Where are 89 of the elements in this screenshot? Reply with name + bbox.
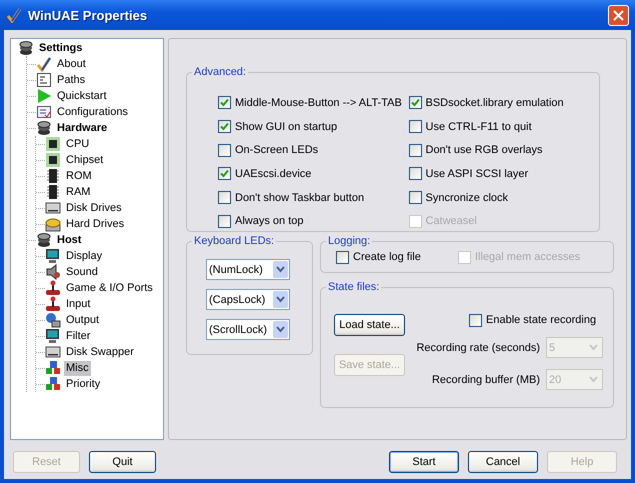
button[interactable]: Start [389,451,459,473]
checkmark-icon [36,56,52,72]
chip-icon [45,152,61,168]
checkbox-label: Use CTRL-F11 to quit [426,120,532,133]
checkbox[interactable] [218,144,231,157]
checkbox[interactable] [336,250,349,264]
disk-stack-icon [36,120,52,136]
checkbox-label: BSDsocket.library emulation [426,96,564,109]
tree-item[interactable]: Host [55,232,84,248]
dropdown[interactable]: (NumLock) [206,259,290,280]
close-button[interactable] [608,4,629,26]
checkbox-label: Illegal mem accesses [475,251,580,263]
checkbox-label: Don't show Taskbar button [235,192,364,204]
group-label: Logging: [326,234,372,248]
tree-item[interactable]: Output [64,312,102,328]
monitor-icon [45,248,61,264]
checkbox-label: Create log file [353,251,421,263]
tree-item[interactable]: Hardware [55,120,110,136]
checkbox[interactable] [218,214,231,228]
tree-item[interactable]: Chipset [64,152,106,168]
memory-chip-icon [45,184,61,200]
tree-item[interactable]: Disk Swapper [64,344,136,360]
checkbox-label: Catweasel [426,215,477,228]
tree-item[interactable]: Game & I/O Ports [64,280,155,296]
button[interactable]: Quit [89,451,156,473]
field-label: Recording buffer (MB) [432,374,540,386]
drive-icon [45,344,61,360]
chip-icon [45,136,61,152]
group-label: Keyboard LEDs: [192,234,276,248]
button[interactable]: Load state... [334,314,405,336]
window-title: WinUAE Properties [28,8,148,22]
shapes-icon [45,376,61,392]
joystick-icon [45,280,61,296]
tree-item[interactable]: ROM [64,168,94,184]
tree-item[interactable]: Disk Drives [64,200,124,216]
checkbox[interactable] [408,120,422,134]
drive-icon [45,200,61,216]
chevron-icon [589,376,598,383]
tree-item[interactable]: Input [64,296,92,312]
tree-item[interactable]: Hard Drives [64,216,126,232]
checkbox-label: Don't use RGB overlays [426,144,543,156]
memory-chip-icon [45,168,61,184]
checkbox-label: Always on top [235,215,304,228]
close-icon [613,10,624,20]
checkbox-label: UAEscsi.device [235,168,312,180]
document-icon [36,72,52,88]
speaker-icon [45,264,61,280]
tree-item[interactable]: Configurations [55,104,130,120]
chevron-icon [276,296,285,303]
chevron-icon [276,326,285,333]
checkbox[interactable] [469,314,482,326]
checkbox-label: Middle-Mouse-Button --> ALT-TAB [235,96,402,109]
tree-item[interactable]: Settings [37,40,84,56]
field-label: Recording rate (seconds) [416,342,540,354]
play-icon [36,88,52,104]
checkbox-label: Enable state recording [486,314,596,326]
checkmark-icon [6,7,22,23]
disk-stack-icon [36,232,52,248]
checkbox[interactable] [408,96,422,110]
monitor-icon [45,328,61,344]
tree-item[interactable]: Display [64,248,104,264]
checkbox-label: Syncronize clock [426,192,508,204]
tree-item[interactable]: RAM [64,184,92,200]
tree-item[interactable]: CPU [64,136,92,152]
chevron-icon [589,344,598,351]
checkbox[interactable] [218,167,231,180]
checkbox[interactable] [408,191,422,204]
chevron-icon [276,266,285,273]
joystick-icon [45,296,61,312]
button[interactable]: Cancel [468,451,538,473]
checkbox-label: Show GUI on startup [235,120,338,133]
tree-item[interactable]: Paths [55,72,88,88]
tree-item[interactable]: Priority [64,376,102,392]
shapes-icon [45,360,61,376]
checkbox[interactable] [218,191,231,204]
tree-item[interactable]: Misc [64,360,91,376]
dropdown[interactable]: (CapsLock) [206,289,290,310]
checkbox-label: Use ASPI SCSI layer [426,168,528,180]
tree-item[interactable]: About [55,56,88,72]
checkbox-label: On-Screen LEDs [235,144,318,156]
dropdown[interactable]: (ScrollLock) [206,319,290,340]
form-icon [36,104,52,120]
checkbox[interactable] [218,96,231,110]
checkbox[interactable] [408,144,422,157]
checkbox[interactable] [408,167,422,180]
tree-item[interactable]: Quickstart [55,88,109,104]
checkbox[interactable] [218,120,231,134]
tree-item[interactable]: Filter [64,328,92,344]
tree-item[interactable]: Sound [64,264,100,280]
